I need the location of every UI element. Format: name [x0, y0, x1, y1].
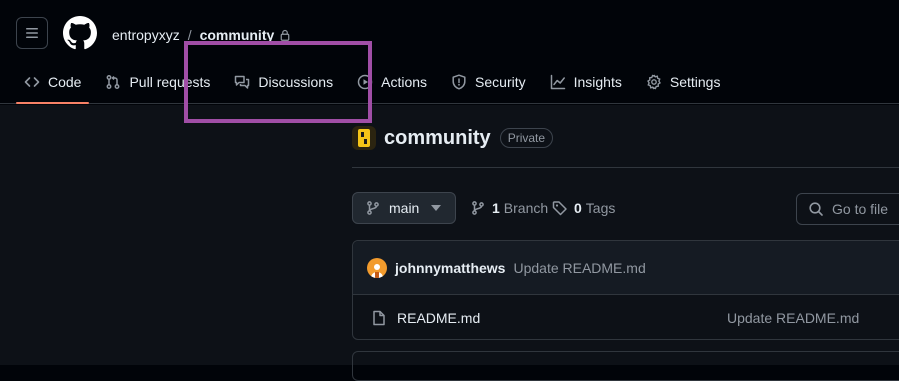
tab-settings[interactable]: Settings	[638, 64, 729, 100]
caret-down-icon	[431, 205, 442, 211]
file-icon	[373, 310, 385, 326]
branch-selector[interactable]: main	[352, 192, 456, 224]
repo-header: community Private	[352, 124, 554, 152]
go-to-file-placeholder: Go to file	[832, 201, 889, 217]
tag-icon	[552, 201, 567, 216]
highlight-box	[184, 41, 372, 123]
github-logo-icon[interactable]	[63, 16, 97, 50]
branch-name: main	[389, 200, 420, 216]
file-browser: johnnymatthews Update README.md README.m…	[352, 240, 899, 340]
commit-author[interactable]: johnnymatthews	[395, 260, 505, 276]
tab-actions-label: Actions	[381, 74, 428, 90]
hamburger-icon	[26, 28, 38, 38]
go-to-file-input[interactable]: Go to file	[796, 193, 899, 225]
tab-code-label: Code	[48, 74, 82, 90]
commit-message[interactable]: Update README.md	[513, 260, 645, 276]
pull-request-icon	[107, 75, 120, 89]
branches-link[interactable]: 1 Branch	[470, 200, 548, 216]
lock-icon	[279, 29, 291, 41]
code-icon	[24, 77, 40, 87]
avatar[interactable]	[367, 257, 387, 278]
search-icon	[809, 202, 823, 216]
branches-count: 1	[492, 200, 500, 216]
readme-box	[352, 351, 899, 381]
gear-icon	[646, 74, 661, 90]
tags-link[interactable]: 0 Tags	[552, 200, 615, 216]
table-row[interactable]: README.md Update README.md	[353, 295, 899, 341]
repo-avatar	[352, 126, 376, 150]
tab-insights-label: Insights	[573, 74, 622, 90]
branch-icon	[472, 201, 484, 215]
latest-commit-row: johnnymatthews Update README.md	[353, 241, 899, 295]
tags-label: Tags	[585, 200, 616, 216]
file-name[interactable]: README.md	[397, 310, 480, 326]
branch-icon	[367, 201, 379, 215]
app-header: entropyxyz / community Code Pull request…	[0, 0, 899, 104]
repo-nav-tabs: Code Pull requests Discussions Actions S…	[16, 64, 736, 104]
visibility-badge: Private	[499, 128, 554, 148]
repo-title[interactable]: community	[384, 127, 491, 150]
header-divider	[352, 167, 899, 168]
tab-security[interactable]: Security	[443, 64, 534, 100]
tab-code[interactable]: Code	[16, 64, 90, 104]
tags-count: 0	[574, 200, 582, 216]
tab-security-label: Security	[475, 74, 526, 90]
graph-icon	[550, 74, 565, 90]
branches-label: Branch	[503, 200, 549, 216]
file-commit-message[interactable]: Update README.md	[727, 310, 859, 326]
shield-icon	[452, 74, 466, 90]
tab-settings-label: Settings	[669, 74, 721, 90]
tab-insights[interactable]: Insights	[542, 64, 630, 100]
menu-button[interactable]	[16, 17, 48, 49]
owner-link[interactable]: entropyxyz	[112, 27, 180, 43]
